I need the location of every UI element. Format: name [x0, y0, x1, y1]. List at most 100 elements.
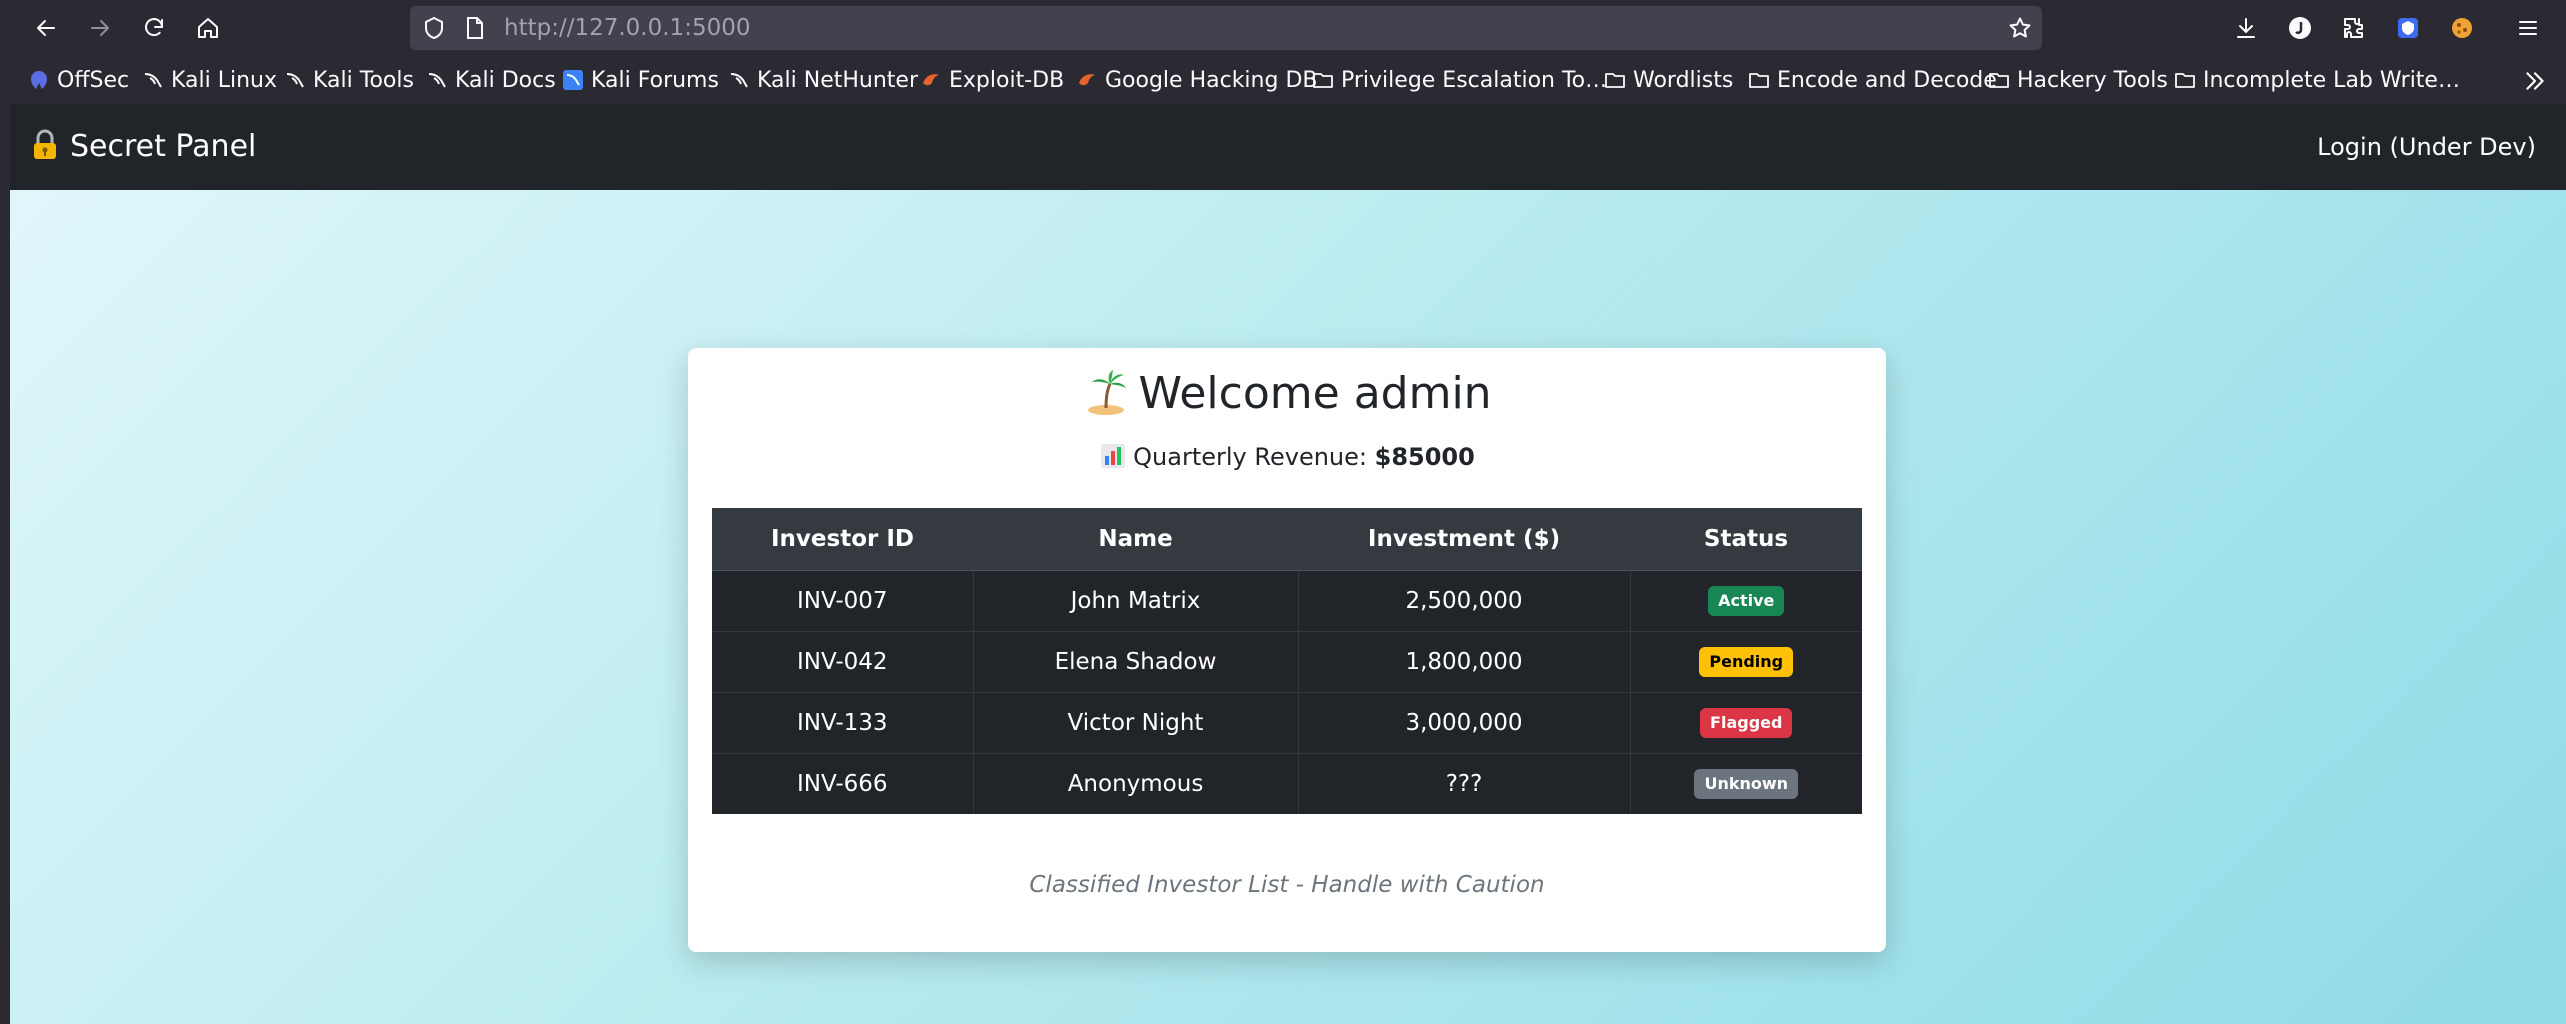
bookmark-label: Privilege Escalation To… — [1341, 67, 1608, 93]
folder-icon — [1748, 69, 1770, 91]
cell-name: Victor Night — [972, 691, 1298, 753]
extension-button-2[interactable] — [2388, 8, 2428, 48]
bookmark-google-hacking-db[interactable]: Google Hacking DB — [1076, 64, 1317, 96]
bookmark-folder-encode-decode[interactable]: Encode and Decode — [1748, 64, 1997, 96]
cell-investor-id: INV-133 — [712, 691, 973, 753]
puzzle-icon — [2344, 18, 2363, 38]
bookmark-folder-hackery-tools[interactable]: Hackery Tools — [1988, 64, 2168, 96]
cell-investment: 2,500,000 — [1297, 569, 1630, 631]
table-row: INV-007 John Matrix 2,500,000 Active — [712, 569, 1862, 631]
hamburger-menu-icon — [2519, 21, 2537, 35]
bookmark-folder-wordlists[interactable]: Wordlists — [1604, 64, 1733, 96]
bookmark-label: Kali NetHunter — [757, 67, 918, 93]
bookmark-kali-docs[interactable]: Kali Docs — [426, 64, 556, 96]
status-badge: Pending — [1699, 646, 1794, 677]
cell-status: Pending — [1629, 630, 1862, 692]
cell-investment: 3,000,000 — [1297, 691, 1630, 753]
folder-icon — [2174, 69, 2196, 91]
bookmark-kali-linux[interactable]: Kali Linux — [142, 64, 277, 96]
bookmark-label: Incomplete Lab Write… — [2203, 67, 2460, 93]
folder-icon — [1988, 69, 2010, 91]
offsec-icon — [28, 69, 50, 91]
back-arrow-icon — [37, 20, 55, 36]
tracking-shield-icon[interactable] — [422, 16, 446, 40]
folder-icon — [1312, 69, 1334, 91]
bookmark-star-icon[interactable] — [2008, 16, 2032, 40]
bookmark-exploit-db[interactable]: Exploit-DB — [920, 64, 1064, 96]
kali-dragon-icon — [426, 69, 448, 91]
investor-table: Investor ID Name Investment ($) Status I… — [712, 508, 1862, 814]
col-header-investor-id: Investor ID — [712, 508, 973, 571]
login-link[interactable]: Login (Under Dev) — [2317, 104, 2536, 190]
extension-circle-icon — [2289, 17, 2311, 39]
cell-investment: 1,800,000 — [1297, 630, 1630, 692]
bookmark-kali-nethunter[interactable]: Kali NetHunter — [728, 64, 918, 96]
extensions-button[interactable] — [2334, 8, 2374, 48]
col-header-status: Status — [1630, 508, 1862, 571]
extension-button-1[interactable] — [2280, 8, 2320, 48]
bookmark-label: Exploit-DB — [949, 67, 1065, 93]
browser-toolbar: http://127.0.0.1:5000 — [0, 0, 2566, 56]
cell-investor-id: INV-042 — [712, 630, 973, 692]
exploitdb-icon — [1076, 69, 1098, 91]
bookmark-label: Encode and Decode — [1777, 67, 1997, 93]
page-background: Welcome admin Quarterly Revenue: $85000 … — [10, 190, 2566, 1024]
quarterly-revenue: Quarterly Revenue: $85000 — [688, 442, 1886, 471]
kali-dragon-icon — [728, 69, 750, 91]
bookmarks-bar: OffSec Kali Linux Kali Tools Kali Docs K… — [0, 56, 2566, 104]
menu-button[interactable] — [2508, 8, 2548, 48]
page-info-icon[interactable] — [462, 16, 486, 40]
revenue-value: $85000 — [1374, 443, 1475, 471]
bookmark-folder-incomplete-lab[interactable]: Incomplete Lab Write… — [2174, 64, 2460, 96]
reload-icon — [145, 18, 163, 37]
welcome-text: Welcome admin — [1138, 368, 1492, 419]
cell-investment: ??? — [1297, 752, 1630, 814]
kali-dragon-icon — [284, 69, 306, 91]
extension-button-3[interactable] — [2442, 8, 2482, 48]
chevron-double-right-icon[interactable] — [2522, 68, 2548, 94]
bookmark-label: OffSec — [57, 67, 130, 93]
download-icon — [2237, 18, 2255, 38]
bookmark-label: Google Hacking DB — [1105, 67, 1318, 93]
shield-extension-icon — [2398, 18, 2418, 38]
bookmark-offsec[interactable]: OffSec — [28, 64, 129, 96]
table-header-row: Investor ID Name Investment ($) Status — [712, 508, 1862, 571]
forward-button[interactable] — [80, 8, 120, 48]
exploitdb-icon — [920, 69, 942, 91]
folder-icon — [1604, 69, 1626, 91]
cell-name: Elena Shadow — [972, 630, 1298, 692]
status-badge: Unknown — [1694, 768, 1799, 799]
home-button[interactable] — [188, 8, 228, 48]
downloads-button[interactable] — [2226, 8, 2266, 48]
table-row: INV-133 Victor Night 3,000,000 Flagged — [712, 691, 1862, 753]
col-header-name: Name — [973, 508, 1298, 571]
lock-key-icon — [34, 129, 56, 159]
forward-arrow-icon — [91, 20, 109, 36]
revenue-label: Quarterly Revenue: — [1133, 443, 1367, 471]
reload-button[interactable] — [134, 8, 174, 48]
url-bar[interactable]: http://127.0.0.1:5000 — [410, 6, 2042, 50]
status-badge: Flagged — [1700, 707, 1793, 738]
cell-investor-id: INV-007 — [712, 569, 973, 631]
url-text[interactable]: http://127.0.0.1:5000 — [504, 6, 751, 50]
cell-investor-id: INV-666 — [712, 752, 973, 814]
bookmark-kali-tools[interactable]: Kali Tools — [284, 64, 414, 96]
cookie-extension-icon — [2452, 18, 2472, 38]
kali-dragon-icon — [142, 69, 164, 91]
back-button[interactable] — [26, 8, 66, 48]
cell-name: Anonymous — [972, 752, 1298, 814]
bookmark-folder-privilege-escalation[interactable]: Privilege Escalation To… — [1312, 64, 1607, 96]
page-viewport: Secret Panel Login (Under Dev) Welcome a… — [10, 104, 2566, 1024]
url-host: http://127.0.0.1 — [504, 15, 685, 41]
bookmark-label: Kali Tools — [313, 67, 414, 93]
col-header-investment: Investment ($) — [1298, 508, 1630, 571]
bookmark-label: Kali Docs — [455, 67, 556, 93]
kali-forums-icon — [562, 69, 584, 91]
bookmark-label: Kali Linux — [171, 67, 278, 93]
navbar-brand[interactable]: Secret Panel — [28, 104, 256, 190]
url-port: :5000 — [684, 15, 751, 41]
cell-name: John Matrix — [972, 569, 1298, 631]
bar-chart-icon — [1101, 444, 1126, 468]
bookmark-kali-forums[interactable]: Kali Forums — [562, 64, 719, 96]
welcome-heading: Welcome admin — [688, 368, 1886, 419]
